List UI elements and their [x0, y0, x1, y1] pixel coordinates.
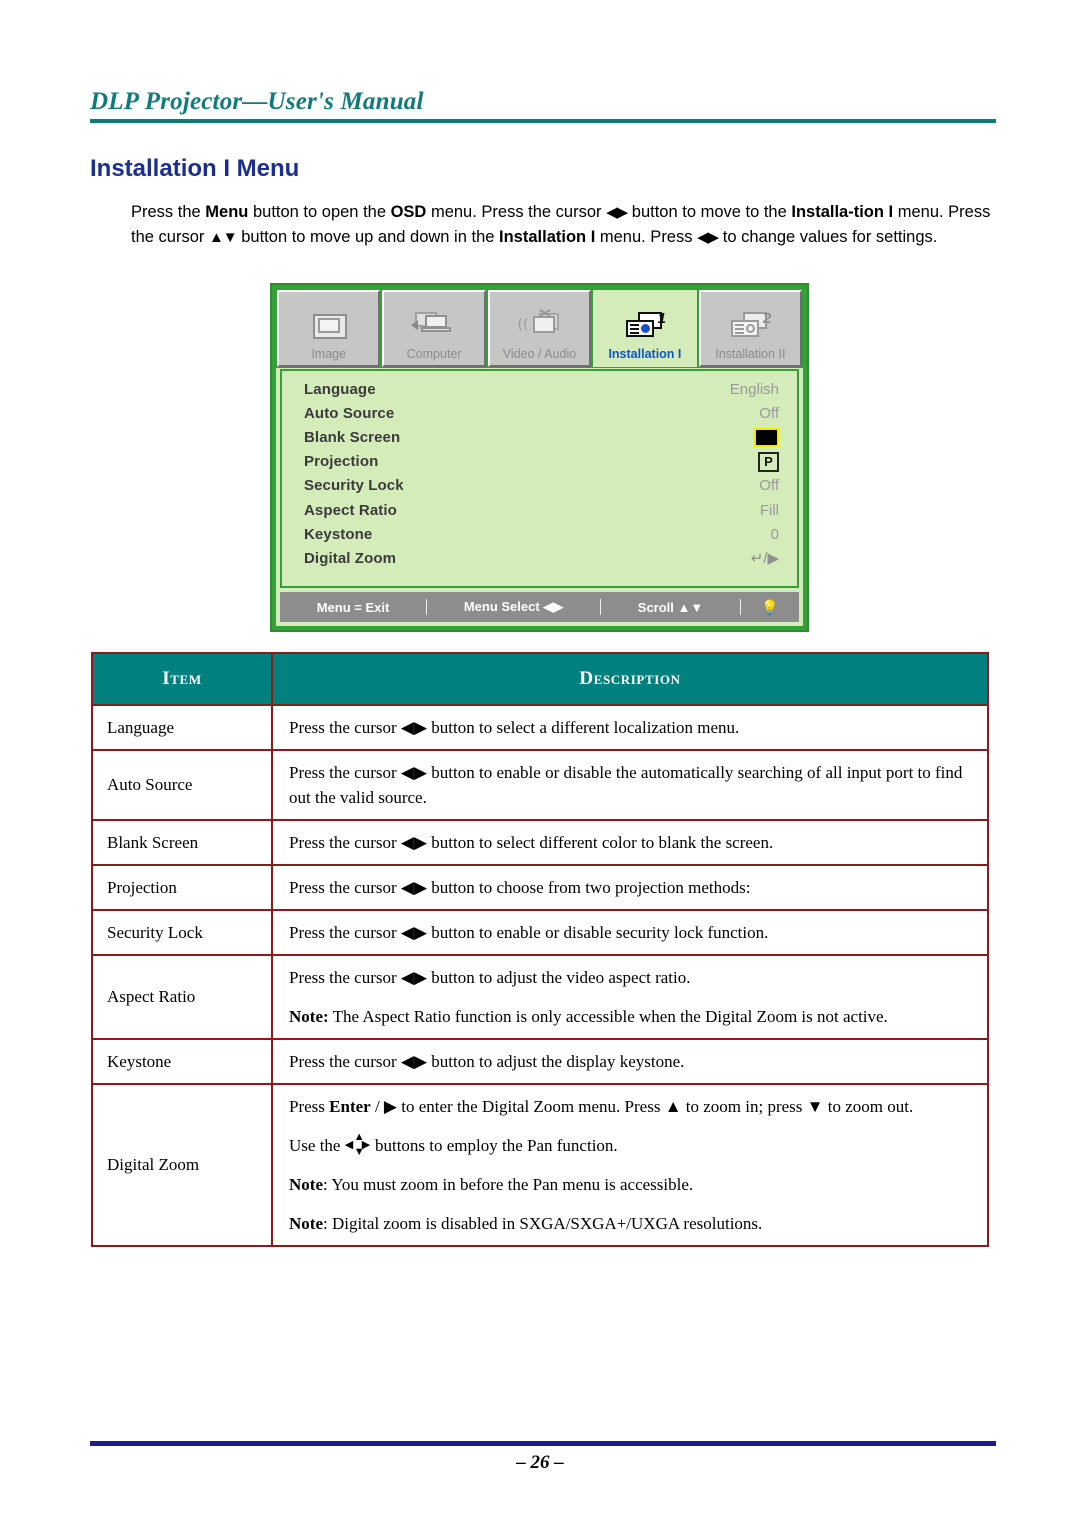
manual-page: DLP Projector—User's Manual Installation…: [0, 0, 1080, 1527]
table-row: Blank Screen Press the cursor ◀▶ button …: [91, 819, 989, 866]
page-title: Installation I Menu: [90, 155, 300, 182]
row-description: Press the cursor ◀▶ button to select dif…: [271, 819, 989, 866]
row-item-label: Keystone: [91, 1038, 273, 1085]
image-icon: [306, 310, 352, 344]
osd-item-value: Off: [759, 477, 779, 495]
row-item-label: Auto Source: [91, 749, 273, 821]
osd-item-label: Aspect Ratio: [304, 501, 397, 519]
projection-mode-icon: P: [758, 451, 779, 472]
osd-tab-video-audio[interactable]: (( Video / Audio: [487, 290, 592, 367]
osd-tab-installation-ii[interactable]: 2 Installation II: [698, 290, 803, 367]
osd-item-label: Digital Zoom: [304, 549, 397, 567]
osd-menu-item-blank-screen[interactable]: Blank Screen: [304, 425, 779, 449]
footer-divider: [90, 1441, 996, 1446]
row-description: Press Enter / ▶ to enter the Digital Zoo…: [271, 1083, 989, 1247]
row-description: Press the cursor ◀▶ button to adjust the…: [271, 954, 989, 1040]
row-description: Press the cursor ◀▶ button to enable or …: [271, 749, 989, 821]
computer-icon: [411, 310, 457, 344]
osd-menu-item-security-lock[interactable]: Security Lock Off: [304, 474, 779, 498]
osd-item-label: Auto Source: [304, 404, 395, 422]
osd-item-label: Blank Screen: [304, 428, 401, 446]
table-row: Security Lock Press the cursor ◀▶ button…: [91, 909, 989, 956]
osd-menu-item-auto-source[interactable]: Auto Source Off: [304, 401, 779, 425]
osd-tab-label: Installation II: [715, 347, 786, 361]
osd-item-value: English: [729, 380, 779, 398]
osd-menu-item-keystone[interactable]: Keystone 0: [304, 522, 779, 546]
lamp-icon: 💡: [761, 598, 779, 615]
row-item-label: Blank Screen: [91, 819, 273, 866]
row-description: Press the cursor ◀▶ button to enable or …: [271, 909, 989, 956]
osd-scroll-hint: Scroll ▲▼: [637, 599, 704, 615]
table-header-row: Item Description: [91, 652, 989, 706]
table-row: Aspect Ratio Press the cursor ◀▶ button …: [91, 954, 989, 1040]
row-item-label: Projection: [91, 864, 273, 911]
osd-item-value: 0: [770, 525, 779, 543]
installation-two-icon: 2: [727, 310, 773, 344]
osd-exit-hint: Menu = Exit: [316, 599, 390, 615]
column-header-item: Item: [91, 652, 273, 706]
osd-select-hint: Menu Select ◀▶: [463, 599, 564, 614]
table-row: Digital Zoom Press Enter / ▶ to enter th…: [91, 1083, 989, 1247]
osd-menu-item-projection[interactable]: Projection P: [304, 450, 779, 474]
osd-menu-item-aspect-ratio[interactable]: Aspect Ratio Fill: [304, 498, 779, 522]
row-item-label: Digital Zoom: [91, 1083, 273, 1247]
osd-menu-item-language[interactable]: Language English: [304, 377, 779, 401]
table-body: Language Press the cursor ◀▶ button to s…: [91, 704, 989, 1247]
osd-item-value: Fill: [759, 501, 779, 519]
installation-one-icon: 1: [622, 310, 668, 344]
osd-screenshot: Image Computer ((Video / Audio 1 Instal…: [270, 283, 809, 632]
osd-menu-list: Language English Auto Source Off Blank S…: [280, 369, 799, 588]
osd-tab-computer[interactable]: Computer: [382, 290, 486, 367]
osd-tab-image[interactable]: Image: [277, 290, 381, 367]
table-row: Projection Press the cursor ◀▶ button to…: [91, 864, 989, 911]
table-row: Keystone Press the cursor ◀▶ button to a…: [91, 1038, 989, 1085]
osd-item-value: P: [758, 451, 779, 472]
osd-menu-item-digital-zoom[interactable]: Digital Zoom ↵/▶: [304, 546, 779, 570]
row-item-label: Language: [91, 704, 273, 751]
row-description: Press the cursor ◀▶ button to select a d…: [271, 704, 989, 751]
enter-right-arrow-icon: ↵/▶: [750, 550, 779, 568]
page-number: – 26 –: [516, 1452, 564, 1473]
black-color-swatch: [754, 427, 779, 447]
osd-tab-bar: Image Computer ((Video / Audio 1 Instal…: [276, 289, 803, 368]
osd-tab-label: Computer: [406, 347, 462, 361]
row-description: Press the cursor ◀▶ button to adjust the…: [271, 1038, 989, 1085]
osd-item-label: Security Lock: [304, 477, 404, 495]
row-description: Press the cursor ◀▶ button to choose fro…: [271, 864, 989, 911]
column-header-description: Description: [271, 652, 989, 706]
osd-tab-installation-i[interactable]: 1 Installation I: [593, 290, 697, 367]
osd-item-label: Projection: [304, 453, 379, 471]
header-divider: [90, 119, 996, 123]
table-row: Language Press the cursor ◀▶ button to s…: [91, 704, 989, 751]
osd-item-label: Language: [304, 380, 376, 398]
intro-paragraph: Press the Menu button to open the OSD me…: [131, 203, 991, 246]
table-row: Auto Source Press the cursor ◀▶ button t…: [91, 749, 989, 821]
osd-status-bar: Menu = Exit Menu Select ◀▶ Scroll ▲▼ 💡: [280, 592, 799, 622]
osd-item-value: [754, 427, 779, 447]
osd-tab-label: Installation I: [608, 347, 682, 361]
osd-tab-label: Image: [311, 347, 347, 361]
osd-tab-label: Video / Audio: [502, 347, 577, 361]
menu-description-table: Item Description Language Press the curs…: [91, 652, 989, 1247]
running-header-title: DLP Projector—User's Manual: [90, 88, 424, 115]
osd-inner: Image Computer ((Video / Audio 1 Instal…: [276, 289, 803, 626]
row-item-label: Security Lock: [91, 909, 273, 956]
row-item-label: Aspect Ratio: [91, 954, 273, 1040]
osd-item-value: Off: [759, 404, 779, 422]
video-audio-icon: ((: [517, 309, 563, 344]
osd-item-label: Keystone: [304, 525, 373, 543]
running-header: DLP Projector—User's Manual: [90, 88, 996, 123]
